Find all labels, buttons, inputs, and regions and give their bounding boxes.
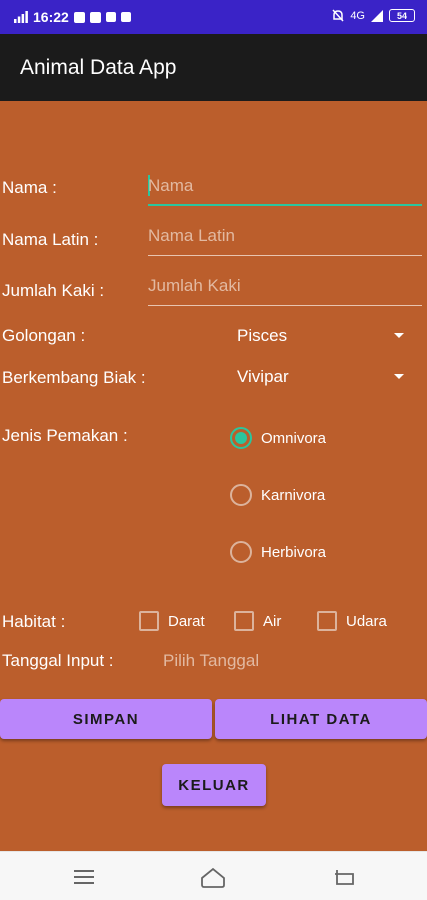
- network-type: 4G: [350, 9, 365, 22]
- form-container: Nama : Nama Nama Latin : Nama Latin Juml…: [0, 101, 427, 851]
- checkbox-air[interactable]: Air: [234, 611, 281, 631]
- radio-herbivora[interactable]: Herbivora: [230, 541, 326, 563]
- radio-omnivora-label: Omnivora: [261, 429, 327, 447]
- back-icon[interactable]: [331, 864, 357, 890]
- radio-checked-icon: [230, 427, 252, 449]
- battery-level: 54: [396, 10, 407, 21]
- checkbox-udara[interactable]: Udara: [317, 611, 387, 631]
- signal-icon: [14, 11, 28, 23]
- nama-latin-label: Nama Latin :: [2, 230, 99, 249]
- jumlah-kaki-input[interactable]: Jumlah Kaki: [148, 270, 422, 306]
- radio-unchecked-icon: [230, 484, 252, 506]
- nama-label: Nama :: [2, 178, 57, 197]
- berkembang-biak-label: Berkembang Biak :: [2, 368, 146, 387]
- golongan-dropdown[interactable]: Pisces: [237, 322, 412, 352]
- app-title: Animal Data App: [20, 56, 177, 79]
- tanggal-picker[interactable]: Pilih Tanggal: [163, 651, 259, 671]
- dropdown-arrow-icon: [394, 374, 404, 379]
- dropdown-arrow-icon: [394, 333, 404, 338]
- radio-omnivora[interactable]: Omnivora: [230, 427, 326, 449]
- radio-herbivora-label: Herbivora: [261, 543, 327, 561]
- radio-karnivora[interactable]: Karnivora: [230, 484, 325, 506]
- battery-icon: 54: [389, 9, 415, 22]
- nama-latin-placeholder: Nama Latin: [148, 226, 235, 245]
- navigation-bar: [0, 851, 427, 900]
- radio-unchecked-icon: [230, 541, 252, 563]
- status-time: 16:22: [33, 9, 69, 25]
- nama-input[interactable]: Nama: [148, 170, 422, 206]
- mail-icon: [89, 11, 101, 23]
- keluar-button[interactable]: KELUAR: [162, 764, 266, 806]
- nama-latin-input[interactable]: Nama Latin: [148, 220, 422, 256]
- image-icon: [120, 12, 131, 22]
- checkbox-icon: [139, 611, 159, 631]
- nama-underline: [148, 204, 422, 206]
- app-bar: Animal Data App: [0, 34, 427, 101]
- berkembang-biak-value: Vivipar: [237, 367, 289, 386]
- instagram-icon: [73, 11, 85, 23]
- jumlah-kaki-underline: [148, 305, 422, 306]
- checkbox-icon: [234, 611, 254, 631]
- home-icon[interactable]: [200, 864, 226, 890]
- lihat-data-button[interactable]: LIHAT DATA: [215, 699, 427, 739]
- jumlah-kaki-label: Jumlah Kaki :: [2, 281, 105, 300]
- cell-signal-icon: [371, 9, 383, 22]
- mute-icon: [332, 9, 344, 22]
- tools-icon: [105, 12, 116, 22]
- radio-karnivora-label: Karnivora: [261, 486, 326, 504]
- checkbox-air-label: Air: [263, 612, 282, 630]
- checkbox-darat[interactable]: Darat: [139, 611, 205, 631]
- golongan-label: Golongan :: [2, 326, 86, 345]
- jenis-pemakan-label: Jenis Pemakan :: [2, 426, 128, 445]
- checkbox-icon: [317, 611, 337, 631]
- nama-latin-underline: [148, 255, 422, 256]
- jumlah-kaki-placeholder: Jumlah Kaki: [148, 276, 241, 295]
- menu-icon[interactable]: [71, 864, 97, 890]
- status-bar: 16:22 4G 54: [0, 0, 427, 34]
- checkbox-udara-label: Udara: [346, 612, 387, 630]
- simpan-button[interactable]: SIMPAN: [0, 699, 212, 739]
- tanggal-input-label: Tanggal Input :: [2, 651, 114, 670]
- checkbox-darat-label: Darat: [168, 612, 205, 630]
- nama-placeholder: Nama: [148, 176, 194, 195]
- habitat-label: Habitat :: [2, 612, 66, 631]
- golongan-value: Pisces: [237, 326, 288, 345]
- berkembang-biak-dropdown[interactable]: Vivipar: [237, 363, 412, 393]
